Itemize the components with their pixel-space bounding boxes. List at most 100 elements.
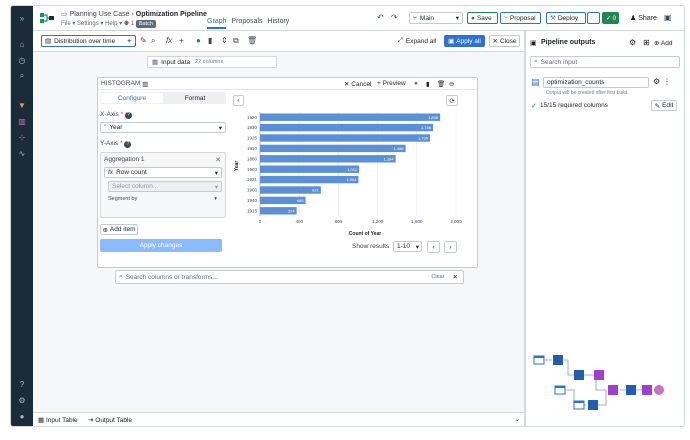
menu-settings[interactable]: Settings xyxy=(77,21,99,27)
toggle-grid-icon[interactable]: ⊞ xyxy=(643,38,650,47)
results-pager-select[interactable]: 1-10 ▾ xyxy=(393,241,422,252)
minimap-join-node[interactable] xyxy=(594,370,604,380)
pager-value: 1-10 xyxy=(397,243,411,250)
edit-icon[interactable]: ✎ xyxy=(140,36,147,45)
tab-configure[interactable]: Configure xyxy=(101,93,163,103)
cancel-button[interactable]: ✕ Cancel xyxy=(344,80,372,88)
config-tabs: Configure Format xyxy=(100,92,226,104)
undo-icon[interactable]: ↶ xyxy=(377,13,384,22)
menu-file[interactable]: File xyxy=(61,21,71,27)
suggest-icon[interactable]: ● xyxy=(414,80,418,87)
reorder-icon[interactable]: ⇕ xyxy=(221,36,228,45)
bar-data-label: 1,838 xyxy=(428,115,439,120)
collapse-panel-icon[interactable]: ▣ xyxy=(530,39,537,47)
collapse-icon[interactable]: ⊖ xyxy=(449,80,454,88)
contour-icon[interactable]: ▥ xyxy=(16,115,28,127)
close-toolbar-button[interactable]: ✕ Close xyxy=(489,35,520,47)
output-name-input[interactable]: optimization_counts xyxy=(543,77,649,88)
branch-selector[interactable]: ⑂ Main ▾ xyxy=(409,12,463,24)
transform-search[interactable]: ⌕ Search columns or transforms... Clear … xyxy=(115,270,464,284)
clipboard-card-icon[interactable]: ▮ xyxy=(426,80,430,88)
minimap-join-node[interactable] xyxy=(608,385,618,395)
save-button[interactable]: ● Save xyxy=(467,12,498,24)
expand-rail-icon[interactable]: » xyxy=(16,12,28,24)
panel-layout-icon[interactable]: ▣ xyxy=(664,13,672,22)
bottom-table-bar: ▦ Input Table ⇥ Output Table ⌄ xyxy=(33,412,524,426)
checks-badge[interactable]: ✓ 0 xyxy=(602,12,619,24)
minimap-dataset-output[interactable] xyxy=(654,385,664,395)
clear-button[interactable]: Clear xyxy=(431,274,444,280)
aggregation-function-select[interactable]: fx Row count ▾ xyxy=(104,167,222,178)
search-transforms-icon[interactable]: ⌕ xyxy=(151,36,155,46)
monitor-icon[interactable]: ∿ xyxy=(16,147,28,159)
column-select[interactable]: Select column... ▾ xyxy=(108,181,222,192)
save-icon: ● xyxy=(471,14,475,22)
close-label: Close xyxy=(499,37,517,45)
expand-all-button[interactable]: ⤢ Expand all xyxy=(393,35,441,47)
apply-changes-button[interactable]: Apply changes xyxy=(100,239,222,252)
pipeline-builder-icon[interactable]: ▼ xyxy=(16,99,28,111)
transform-selector[interactable]: ▤ Distribution over time ✦ xyxy=(41,35,136,47)
share-button[interactable]: ♟ Share xyxy=(630,14,657,22)
deploy-button[interactable]: ⚒ Deploy xyxy=(546,12,586,24)
redo-icon[interactable]: ↷ xyxy=(391,13,398,22)
add-item-button[interactable]: ⊕ Add item xyxy=(100,224,138,235)
clipboard-icon[interactable]: ▮ xyxy=(208,36,212,45)
collapse-panel-button[interactable]: ‹ xyxy=(233,95,244,106)
account-icon[interactable]: ● xyxy=(16,410,28,422)
apply-all-button[interactable]: ▣ Apply all xyxy=(444,35,485,47)
batch-badge: Batch xyxy=(135,20,156,28)
minimap-transform-node[interactable] xyxy=(626,385,636,395)
tab-output-table[interactable]: ⇥ Output Table xyxy=(88,416,132,424)
workshop-icon[interactable]: ⊹ xyxy=(16,131,28,143)
x-axis-select[interactable]: " Year ▾ xyxy=(100,122,226,133)
dataset-icon: ▤ xyxy=(531,77,540,87)
minimap-transform-node[interactable] xyxy=(574,370,584,380)
more-options-icon[interactable]: ⋮ xyxy=(663,77,671,86)
breadcrumb-project[interactable]: Planning Use Case xyxy=(70,11,130,18)
output-search-input[interactable]: ⌕ Search input xyxy=(530,56,680,68)
home-icon[interactable]: ⌂ xyxy=(16,38,28,50)
lightbulb-icon[interactable]: ● xyxy=(196,36,201,45)
tab-proposals[interactable]: Proposals xyxy=(231,18,262,25)
save-label: Save xyxy=(476,14,492,22)
preview-button[interactable]: + Preview xyxy=(377,80,406,87)
add-icon[interactable]: + xyxy=(179,36,184,45)
settings-icon[interactable]: ⚙ xyxy=(629,38,636,47)
recent-icon[interactable]: ◷ xyxy=(16,54,28,66)
minimap-transform-node[interactable] xyxy=(553,355,563,365)
function-icon[interactable]: fx xyxy=(166,36,172,45)
copy-icon[interactable]: ⧉ xyxy=(233,36,239,46)
bar-data-label: 465 xyxy=(297,198,304,203)
next-page-button[interactable]: › xyxy=(444,241,457,253)
pipeline-minimap[interactable] xyxy=(526,343,685,423)
required-columns-status: 15/15 required columns xyxy=(540,102,608,109)
help-icon[interactable]: ? xyxy=(16,378,28,390)
segment-by-select[interactable]: Segment by ▾ xyxy=(108,196,222,202)
delete-icon[interactable]: 🗑 xyxy=(247,36,257,45)
input-data-node[interactable]: ▦ Input data 22 columns xyxy=(147,56,277,68)
minimap-transform-node[interactable] xyxy=(588,400,598,410)
expand-table-icon[interactable]: ⌄ xyxy=(515,415,520,423)
tab-format[interactable]: Format xyxy=(164,92,226,104)
edit-output-button[interactable]: ✎ Edit xyxy=(651,100,677,111)
add-output-button[interactable]: ⊕ Add xyxy=(654,39,672,47)
refresh-button[interactable]: ⟳ xyxy=(446,95,458,106)
close-search-icon[interactable]: ✕ xyxy=(453,273,458,281)
help-circle-icon: ? xyxy=(124,112,132,119)
build-settings-icon[interactable]: ⫶ xyxy=(587,12,600,24)
search-icon[interactable]: ⌕ xyxy=(16,70,28,82)
remove-aggregation-icon[interactable]: ✕ xyxy=(215,156,221,164)
output-settings-icon[interactable]: ⚙ xyxy=(653,77,660,86)
previous-page-button[interactable]: ‹ xyxy=(427,241,440,253)
settings-icon[interactable]: ⚙ xyxy=(16,394,28,406)
transform-toolbar: ▤ Distribution over time ✦ ✎ ⌕ fx + ● ▮ … xyxy=(33,31,524,52)
tab-graph[interactable]: Graph xyxy=(207,18,227,29)
tab-input-table[interactable]: ▦ Input Table xyxy=(38,416,78,424)
minimap-output-node[interactable] xyxy=(642,385,652,395)
proposal-button[interactable]: ⑂ Proposal xyxy=(500,12,541,24)
tab-history[interactable]: History xyxy=(268,18,290,25)
pipeline-title[interactable]: Optimization Pipeline xyxy=(136,11,207,18)
menu-help[interactable]: Help xyxy=(105,21,117,27)
trash-icon[interactable]: 🗑 xyxy=(437,80,445,88)
